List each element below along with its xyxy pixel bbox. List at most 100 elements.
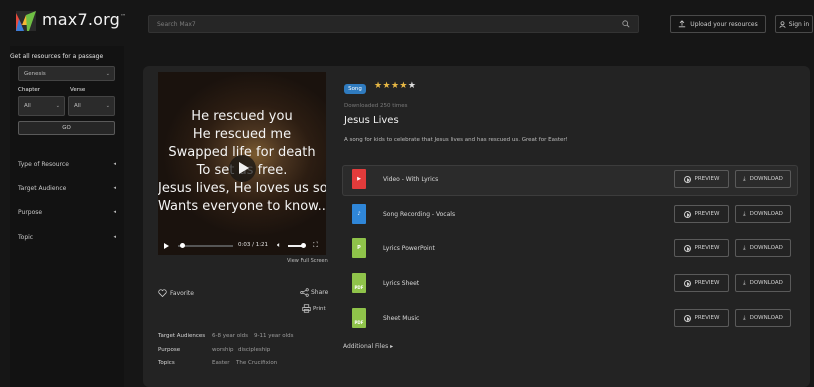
star-icon[interactable]: ★ — [382, 81, 390, 91]
preview-button[interactable]: PREVIEW — [674, 205, 729, 223]
volume-slider[interactable] — [288, 243, 306, 248]
favorite-label: Favorite — [170, 289, 194, 297]
book-select[interactable]: Genesis ⌄ — [18, 66, 115, 81]
download-label: DOWNLOAD — [749, 245, 783, 251]
verse-select-value: All — [74, 103, 81, 109]
meta-label-topics: Topics — [158, 360, 175, 366]
download-label: DOWNLOAD — [749, 211, 783, 217]
lyric-line: Jesus lives, He loves us so — [158, 181, 326, 196]
sidebar-title: Get all resources for a passage — [10, 53, 104, 60]
lyric-line: Wants everyone to know... — [158, 199, 326, 214]
favorite-button[interactable]: Favorite — [158, 289, 194, 297]
additional-files-link[interactable]: Additional Files ▸ — [343, 343, 393, 350]
search-icon[interactable] — [622, 20, 630, 28]
user-icon — [779, 20, 786, 28]
play-circle-icon — [683, 314, 691, 322]
sidebar-item-target-audience[interactable]: Target Audience ◂ — [18, 183, 118, 193]
preview-label: PREVIEW — [694, 176, 720, 182]
download-icon: ⤓ — [743, 244, 746, 251]
download-button[interactable]: ⤓ DOWNLOAD — [735, 170, 791, 188]
download-icon: ⤓ — [743, 314, 746, 321]
resource-type-badge[interactable]: Song — [344, 84, 366, 94]
share-icon — [300, 288, 309, 297]
play-icon — [239, 162, 249, 174]
meta-value[interactable]: Easter — [212, 360, 230, 366]
verse-select[interactable]: All ⌄ — [68, 96, 115, 116]
download-button[interactable]: ⤓ DOWNLOAD — [735, 274, 791, 292]
preview-button[interactable]: PREVIEW — [674, 309, 729, 327]
preview-label: PREVIEW — [694, 211, 720, 217]
preview-button[interactable]: PREVIEW — [674, 274, 729, 292]
caret-right-icon: ▸ — [390, 343, 394, 350]
video-play-button[interactable] — [229, 155, 256, 182]
video-progress-bar[interactable] — [178, 243, 233, 248]
heart-icon — [158, 289, 167, 297]
resource-row[interactable]: P Lyrics PowerPoint PREVIEW ⤓ DOWNLOAD — [343, 235, 797, 264]
meta-value[interactable]: worship — [212, 347, 234, 353]
control-play-icon[interactable] — [164, 243, 169, 249]
download-label: DOWNLOAD — [749, 280, 783, 286]
resource-row[interactable]: PDF Sheet Music PREVIEW ⤓ DOWNLOAD — [343, 305, 797, 334]
volume-handle[interactable] — [301, 243, 306, 248]
caret-right-icon: ◂ — [113, 209, 116, 215]
print-button[interactable]: Print — [302, 304, 326, 313]
search-bar[interactable] — [148, 15, 639, 33]
pdf-icon: PDF — [352, 273, 366, 293]
star-icon[interactable]: ★ — [399, 81, 407, 91]
resource-row[interactable]: ♪ Song Recording - Vocals PREVIEW ⤓ DOWNL… — [343, 201, 797, 230]
sign-in-label: Sign in — [788, 20, 810, 28]
volume-icon[interactable]: 🔈︎ — [277, 241, 281, 250]
caret-right-icon: ◂ — [113, 185, 116, 191]
resource-name: Sheet Music — [383, 315, 420, 322]
resource-title: Jesus Lives — [344, 115, 399, 126]
preview-button[interactable]: PREVIEW — [674, 170, 729, 188]
download-button[interactable]: ⤓ DOWNLOAD — [735, 205, 791, 223]
download-icon: ⤓ — [743, 175, 746, 182]
meta-value[interactable]: The Crucifixion — [236, 360, 277, 366]
sidebar-item-type-of-resource[interactable]: Type of Resource ◂ — [18, 159, 118, 169]
download-label: DOWNLOAD — [749, 176, 783, 182]
meta-value[interactable]: 6-8 year olds — [212, 333, 248, 339]
sidebar-item-purpose[interactable]: Purpose ◂ — [18, 207, 118, 217]
video-time: 0:03 / 1:21 — [238, 242, 269, 248]
play-circle-icon — [683, 244, 691, 252]
upload-icon — [679, 20, 686, 28]
resource-description: A song for kids to celebrate that Jesus … — [344, 137, 568, 143]
meta-value[interactable]: discipleship — [238, 347, 270, 353]
max7-logo-icon[interactable] — [16, 11, 36, 31]
chapter-select-value: All — [24, 103, 31, 109]
preview-button[interactable]: PREVIEW — [674, 239, 729, 257]
sidebar-item-label: Target Audience — [18, 184, 67, 192]
brand-name[interactable]: max7.org™ — [42, 10, 126, 29]
fullscreen-icon[interactable]: ⛶ — [313, 241, 318, 250]
star-rating[interactable]: ★★★★★ — [374, 81, 416, 91]
download-icon: ⤓ — [743, 279, 746, 286]
sidebar-item-label: Topic — [18, 233, 34, 241]
additional-files-label: Additional Files — [343, 343, 389, 350]
resource-row[interactable]: PDF Lyrics Sheet PREVIEW ⤓ DOWNLOAD — [343, 270, 797, 299]
sign-in-button[interactable]: Sign in — [775, 15, 813, 33]
search-input[interactable] — [157, 16, 617, 32]
view-full-screen-link[interactable]: View Full Screen — [287, 258, 328, 264]
chevron-down-icon: ⌄ — [105, 103, 110, 109]
download-button[interactable]: ⤓ DOWNLOAD — [735, 309, 791, 327]
preview-label: PREVIEW — [694, 280, 720, 286]
meta-value[interactable]: 9-11 year olds — [254, 333, 294, 339]
audio-icon: ♪ — [352, 204, 366, 224]
download-button[interactable]: ⤓ DOWNLOAD — [735, 239, 791, 257]
share-button[interactable]: Share — [300, 288, 328, 297]
play-circle-icon — [683, 279, 691, 287]
lyric-line: He rescued me — [192, 127, 292, 142]
print-icon — [302, 304, 311, 313]
go-button[interactable]: GO — [18, 121, 115, 135]
chevron-down-icon: ⌄ — [55, 103, 60, 109]
upload-resources-button[interactable]: Upload your resources — [670, 15, 766, 33]
chapter-select[interactable]: All ⌄ — [18, 96, 65, 116]
resource-name: Lyrics PowerPoint — [383, 245, 435, 252]
star-icon[interactable]: ★ — [408, 81, 416, 91]
sidebar-item-topic[interactable]: Topic ◂ — [18, 232, 118, 242]
preview-label: PREVIEW — [694, 315, 720, 321]
video-icon: ▶ — [352, 169, 366, 189]
download-count: Downloaded 250 times — [344, 103, 408, 109]
resource-row[interactable]: ▶ Video - With Lyrics PREVIEW ⤓ DOWNLOAD — [343, 166, 797, 195]
